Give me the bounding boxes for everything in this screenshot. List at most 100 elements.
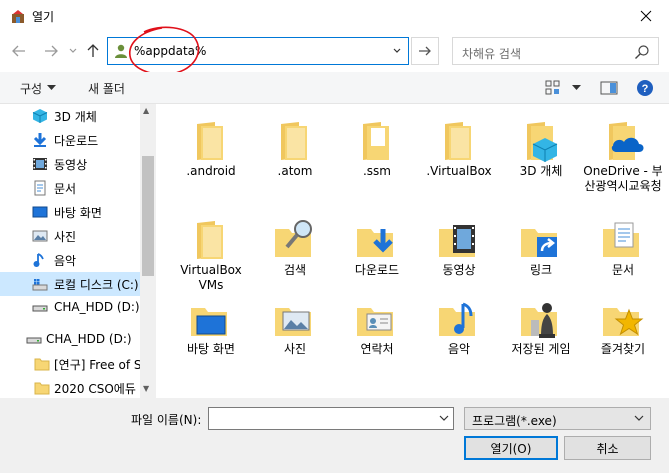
navigation-bar: %appdata% 차해유 검색: [0, 32, 669, 70]
forward-arrow-icon: [45, 45, 58, 57]
filetype-select[interactable]: 프로그램(*.exe): [464, 407, 651, 430]
search-icon[interactable]: [634, 44, 650, 60]
back-arrow-icon: [12, 45, 25, 57]
navigation-pane: 3D 개체 다운로드 동영상 문서 바탕 화면 사진 음악 로컬 디스크 (C:…: [0, 104, 156, 398]
downloads-folder-icon: [357, 229, 393, 257]
drive-icon: [26, 337, 42, 344]
file-item[interactable]: .android: [170, 108, 252, 204]
address-bar[interactable]: %appdata%: [107, 37, 409, 65]
folder-icon: [197, 122, 223, 160]
sidebar-item-research-folder[interactable]: [연구] Free of Sc: [0, 352, 148, 376]
document-icon: [34, 180, 46, 196]
sidebar-item-3d-objects[interactable]: 3D 개체: [0, 104, 140, 128]
sidebar-item-downloads[interactable]: 다운로드: [0, 128, 140, 152]
file-item[interactable]: 바탕 화면: [170, 286, 252, 382]
back-button[interactable]: [10, 42, 28, 60]
sidebar-item-cha-hdd-d[interactable]: CHA_HDD (D:): [0, 296, 140, 320]
chevron-down-icon: [69, 48, 77, 53]
help-icon[interactable]: ?: [636, 79, 654, 97]
recent-locations-button[interactable]: [64, 42, 82, 60]
chevron-down-icon[interactable]: [572, 85, 581, 91]
file-list: .android .atom .ssm .VirtualBox 3D 개체 On…: [157, 104, 669, 398]
sidebar-item-cha-hdd-d-root[interactable]: CHA_HDD (D:): [0, 328, 140, 352]
filename-label: 파일 이름(N):: [131, 413, 202, 427]
pictures-icon: [32, 230, 48, 242]
file-item[interactable]: 음악: [418, 286, 500, 382]
organize-button[interactable]: 구성: [20, 80, 42, 97]
folder-icon: [34, 358, 50, 371]
address-dropdown-button[interactable]: [390, 43, 404, 59]
folder-icon: [34, 382, 50, 395]
close-icon: [640, 10, 652, 22]
chevron-down-icon: [634, 415, 644, 421]
address-text[interactable]: %appdata%: [134, 44, 206, 58]
search-placeholder: 차해유 검색: [462, 47, 522, 61]
dialog-footer: 파일 이름(N): 프로그램(*.exe) 열기(O) 취소: [0, 398, 669, 473]
folder-icon: [281, 122, 307, 160]
scroll-up-icon[interactable]: ▲: [143, 106, 149, 115]
file-item[interactable]: .VirtualBox: [418, 108, 500, 204]
chevron-down-icon: [393, 48, 401, 53]
forward-button[interactable]: [42, 42, 60, 60]
go-arrow-icon: [419, 46, 431, 56]
file-item[interactable]: 즐겨찾기: [582, 286, 664, 382]
folder-icon: [197, 221, 223, 259]
up-arrow-icon: [87, 44, 99, 57]
filetype-value: 프로그램(*.exe): [472, 414, 557, 428]
view-options-icon[interactable]: [544, 79, 562, 97]
links-folder-icon: [521, 229, 557, 257]
onedrive-folder-icon: [609, 122, 644, 160]
sidebar-scrollbar[interactable]: ▲ ▼: [140, 104, 156, 398]
documents-folder-icon: [603, 222, 639, 257]
pictures-folder-icon: [275, 308, 311, 336]
scroll-down-icon[interactable]: ▼: [143, 384, 149, 393]
close-button[interactable]: [623, 0, 669, 32]
up-button[interactable]: [84, 42, 102, 60]
window-title: 열기: [32, 10, 55, 24]
favorites-folder-icon: [603, 308, 644, 336]
folder-icon: [363, 122, 389, 160]
scroll-thumb[interactable]: [142, 156, 154, 276]
file-item[interactable]: .ssm: [336, 108, 418, 204]
app-icon: [12, 10, 24, 23]
music-folder-icon: [439, 302, 475, 336]
local-disk-icon: [32, 279, 48, 291]
sidebar-item-local-disk-c[interactable]: 로컬 디스크 (C:): [0, 272, 140, 296]
chevron-down-icon[interactable]: [47, 85, 56, 91]
sidebar-item-pictures[interactable]: 사진: [0, 224, 140, 248]
music-icon: [33, 253, 44, 267]
search-folder-icon: [275, 220, 312, 257]
file-item[interactable]: 연락처: [336, 286, 418, 382]
open-button[interactable]: 열기(O): [464, 436, 558, 460]
folder-icon: [445, 122, 471, 160]
desktop-icon: [32, 206, 48, 218]
sidebar-item-desktop[interactable]: 바탕 화면: [0, 200, 140, 224]
sidebar-item-documents[interactable]: 문서: [0, 176, 140, 200]
chevron-down-icon[interactable]: [439, 411, 449, 425]
sidebar-item-cso-folder[interactable]: 2020 CSO에듀 ·: [0, 376, 144, 398]
file-item[interactable]: 저장된 게임: [500, 286, 582, 382]
sidebar-item-videos[interactable]: 동영상: [0, 152, 140, 176]
download-icon: [33, 133, 47, 147]
3d-objects-folder-icon: [527, 122, 558, 162]
go-button[interactable]: [411, 37, 439, 65]
search-input[interactable]: 차해유 검색: [452, 37, 659, 65]
preview-pane-icon[interactable]: [600, 79, 618, 97]
contacts-folder-icon: [357, 308, 393, 336]
command-bar: 구성 새 폴더 ?: [0, 72, 669, 104]
file-item[interactable]: 사진: [254, 286, 336, 382]
file-item[interactable]: .atom: [254, 108, 336, 204]
sidebar-item-music[interactable]: 음악: [0, 248, 140, 272]
new-folder-button[interactable]: 새 폴더: [88, 80, 125, 97]
filename-input[interactable]: [208, 407, 454, 430]
desktop-folder-icon: [191, 308, 227, 336]
title-bar: 열기: [0, 0, 669, 32]
file-item[interactable]: OneDrive - 부산광역시교육청: [582, 108, 664, 204]
user-folder-icon: [115, 44, 127, 58]
3d-objects-icon: [32, 109, 48, 123]
saved-games-folder-icon: [521, 303, 557, 338]
cancel-button[interactable]: 취소: [564, 436, 651, 460]
videos-folder-icon: [439, 225, 475, 257]
video-icon: [33, 158, 47, 170]
file-item[interactable]: 3D 개체: [500, 108, 582, 204]
